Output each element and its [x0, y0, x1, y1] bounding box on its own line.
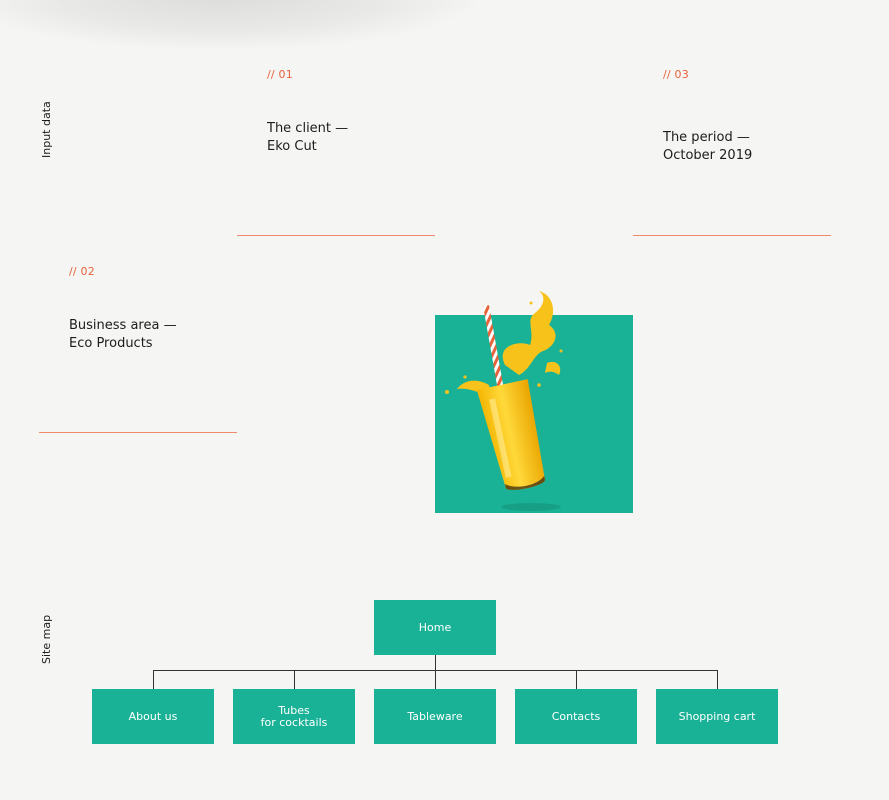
sitemap-node-home: Home [374, 600, 496, 655]
sitemap-node-about-us: About us [92, 689, 214, 744]
sitemap-node-tableware: Tableware [374, 689, 496, 744]
sitemap-connector-lines [153, 655, 718, 689]
sitemap-node-shopping-cart: Shopping cart [656, 689, 778, 744]
sitemap-node-tubes: Tubes for cocktails [233, 689, 355, 744]
sitemap-node-contacts: Contacts [515, 689, 637, 744]
